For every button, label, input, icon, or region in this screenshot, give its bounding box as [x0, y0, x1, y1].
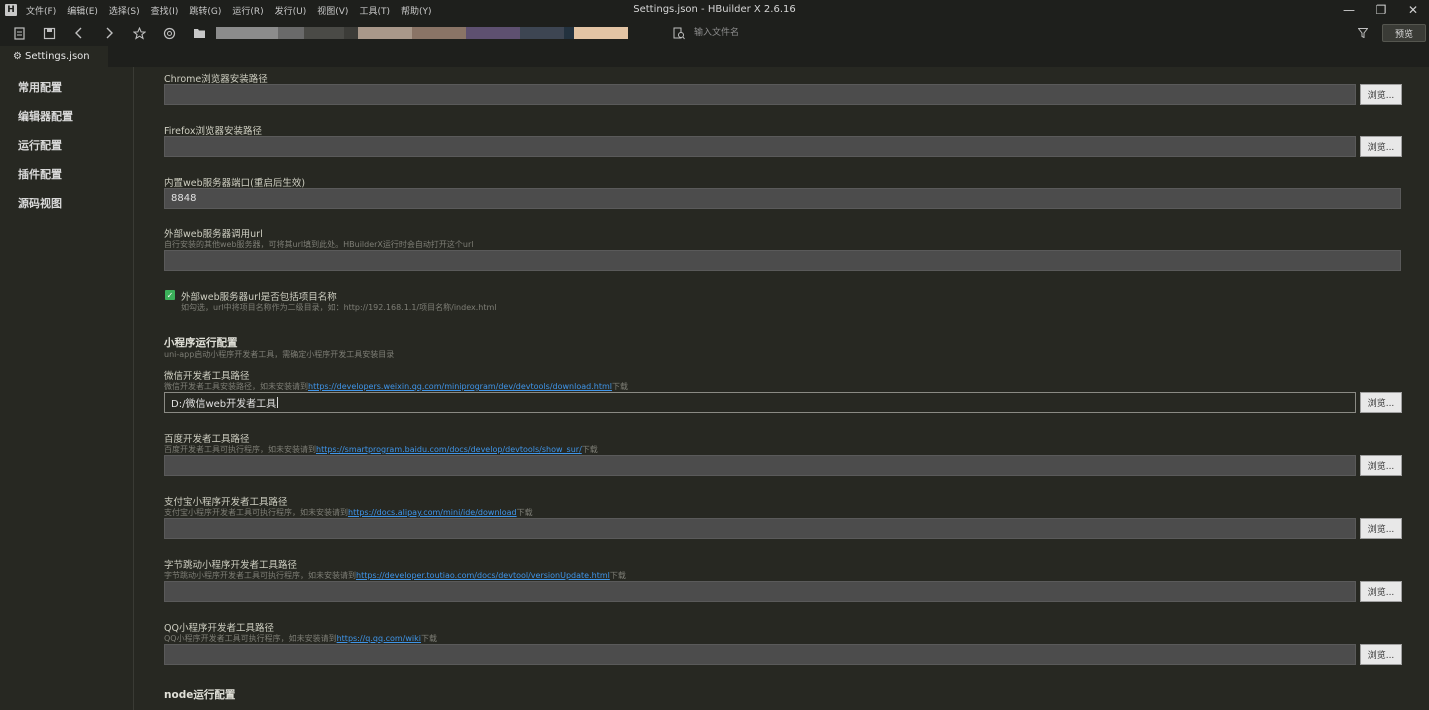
file-search-icon[interactable]: [672, 25, 686, 41]
wechat-path-label: 微信开发者工具路径: [164, 371, 250, 382]
node-section-title: node运行配置: [164, 689, 236, 701]
tab-settings-json[interactable]: ⚙ Settings.json: [0, 46, 108, 67]
maximize-button[interactable]: ❐: [1365, 0, 1397, 20]
breadcrumb-segment[interactable]: [278, 27, 304, 39]
include-project-label[interactable]: 外部web服务器url是否包括项目名称: [181, 289, 337, 303]
breadcrumb-segment[interactable]: [466, 27, 520, 39]
menu-help[interactable]: 帮助(Y): [401, 4, 432, 17]
alipay-path-input[interactable]: [164, 518, 1356, 539]
include-project-desc: 如勾选，url中将项目名称作为二级目录，如：http://192.168.1.1…: [181, 303, 497, 312]
folder-icon[interactable]: [188, 22, 210, 44]
breadcrumb-segment[interactable]: [564, 27, 574, 39]
toutiao-download-link[interactable]: https://developer.toutiao.com/docs/devto…: [356, 571, 610, 580]
breadcrumb[interactable]: [216, 27, 628, 39]
external-url-label: 外部web服务器调用url: [164, 229, 263, 240]
include-project-checkbox[interactable]: ✓: [165, 290, 175, 300]
wechat-browse-button[interactable]: 浏览...: [1360, 392, 1402, 413]
breadcrumb-segment[interactable]: [412, 27, 466, 39]
sidebar-item-editor[interactable]: 编辑器配置: [18, 108, 73, 124]
toutiao-path-input[interactable]: [164, 581, 1356, 602]
web-server-port-input[interactable]: 8848: [164, 188, 1401, 209]
browser-icon[interactable]: [158, 22, 180, 44]
breadcrumb-segment[interactable]: [344, 27, 358, 39]
baidu-download-link[interactable]: https://smartprogram.baidu.com/docs/deve…: [316, 445, 582, 454]
menu-select[interactable]: 选择(S): [109, 4, 140, 17]
tab-label: Settings.json: [24, 51, 90, 62]
menu-bar: 文件(F) 编辑(E) 选择(S) 查找(I) 跳转(G) 运行(R) 发行(U…: [26, 4, 443, 17]
menu-run[interactable]: 运行(R): [232, 4, 263, 17]
wechat-download-link[interactable]: https://developers.weixin.qq.com/minipro…: [308, 382, 612, 391]
web-server-port-label: 内置web服务器端口(重启后生效): [164, 178, 306, 189]
star-icon[interactable]: [128, 22, 150, 44]
qq-path-label: QQ小程序开发者工具路径: [164, 623, 274, 634]
qq-path-desc: QQ小程序开发者工具可执行程序，如未安装请到https://q.qq.com/w…: [164, 634, 437, 643]
sidebar-item-run[interactable]: 运行配置: [18, 137, 62, 153]
chrome-path-label: Chrome浏览器安装路径: [164, 74, 268, 85]
new-file-icon[interactable]: [8, 22, 30, 44]
baidu-path-label: 百度开发者工具路径: [164, 434, 250, 445]
close-button[interactable]: ✕: [1397, 0, 1429, 20]
wechat-path-input[interactable]: D:/微信web开发者工具: [164, 392, 1356, 413]
external-url-desc: 自行安装的其他web服务器，可将其url填到此处。HBuilderX运行时会自动…: [164, 240, 474, 249]
alipay-download-link[interactable]: https://docs.alipay.com/mini/ide/downloa…: [348, 508, 517, 517]
mini-program-section-title: 小程序运行配置: [164, 337, 238, 349]
menu-file[interactable]: 文件(F): [26, 4, 56, 17]
minimize-button[interactable]: —: [1333, 0, 1365, 20]
chrome-browse-button[interactable]: 浏览...: [1360, 84, 1402, 105]
sidebar-item-plugins[interactable]: 插件配置: [18, 166, 62, 182]
text-caret: [277, 397, 279, 408]
toutiao-browse-button[interactable]: 浏览...: [1360, 581, 1402, 602]
alipay-path-label: 支付宝小程序开发者工具路径: [164, 497, 288, 508]
external-url-input[interactable]: [164, 250, 1401, 271]
save-icon[interactable]: [38, 22, 60, 44]
gear-icon: ⚙: [13, 51, 22, 62]
menu-tools[interactable]: 工具(T): [359, 4, 390, 17]
breadcrumb-segment[interactable]: [574, 27, 628, 39]
qq-download-link[interactable]: https://q.qq.com/wiki: [337, 634, 421, 643]
firefox-browse-button[interactable]: 浏览...: [1360, 136, 1402, 157]
menu-view[interactable]: 视图(V): [317, 4, 348, 17]
breadcrumb-segment[interactable]: [216, 27, 278, 39]
chrome-path-input[interactable]: [164, 84, 1356, 105]
alipay-browse-button[interactable]: 浏览...: [1360, 518, 1402, 539]
baidu-browse-button[interactable]: 浏览...: [1360, 455, 1402, 476]
sidebar-item-common[interactable]: 常用配置: [18, 79, 62, 95]
breadcrumb-segment[interactable]: [520, 27, 564, 39]
menu-edit[interactable]: 编辑(E): [67, 4, 98, 17]
settings-sidebar: 常用配置 编辑器配置 运行配置 插件配置 源码视图: [0, 67, 134, 710]
preview-button[interactable]: 预览: [1382, 24, 1426, 42]
editor-tab-strip: ⚙ Settings.json: [0, 46, 1429, 67]
firefox-path-input[interactable]: [164, 136, 1356, 157]
hbuilder-logo-icon: H: [5, 4, 17, 16]
breadcrumb-segment[interactable]: [358, 27, 412, 39]
filter-icon[interactable]: [1356, 26, 1370, 40]
window-controls: — ❐ ✕: [1333, 0, 1429, 20]
settings-panel: Chrome浏览器安装路径 浏览... Firefox浏览器安装路径 浏览...…: [135, 67, 1429, 710]
firefox-path-label: Firefox浏览器安装路径: [164, 126, 262, 137]
qq-browse-button[interactable]: 浏览...: [1360, 644, 1402, 665]
baidu-path-desc: 百度开发者工具可执行程序，如未安装请到https://smartprogram.…: [164, 445, 598, 454]
title-bar: H 文件(F) 编辑(E) 选择(S) 查找(I) 跳转(G) 运行(R) 发行…: [0, 0, 1429, 20]
qq-path-input[interactable]: [164, 644, 1356, 665]
back-icon[interactable]: [68, 22, 90, 44]
file-search-input[interactable]: [694, 26, 994, 40]
forward-icon[interactable]: [98, 22, 120, 44]
wechat-path-desc: 微信开发者工具安装路径，如未安装请到https://developers.wei…: [164, 382, 628, 391]
menu-goto[interactable]: 跳转(G): [189, 4, 221, 17]
menu-publish[interactable]: 发行(U): [275, 4, 307, 17]
mini-program-section-desc: uni-app启动小程序开发者工具，需确定小程序开发工具安装目录: [164, 350, 395, 359]
baidu-path-input[interactable]: [164, 455, 1356, 476]
toutiao-path-desc: 字节跳动小程序开发者工具可执行程序，如未安装请到https://develope…: [164, 571, 626, 580]
menu-find[interactable]: 查找(I): [151, 4, 179, 17]
toutiao-path-label: 字节跳动小程序开发者工具路径: [164, 560, 298, 571]
breadcrumb-segment[interactable]: [304, 27, 344, 39]
alipay-path-desc: 支付宝小程序开发者工具可执行程序，如未安装请到https://docs.alip…: [164, 508, 533, 517]
sidebar-item-source-view[interactable]: 源码视图: [18, 195, 62, 211]
